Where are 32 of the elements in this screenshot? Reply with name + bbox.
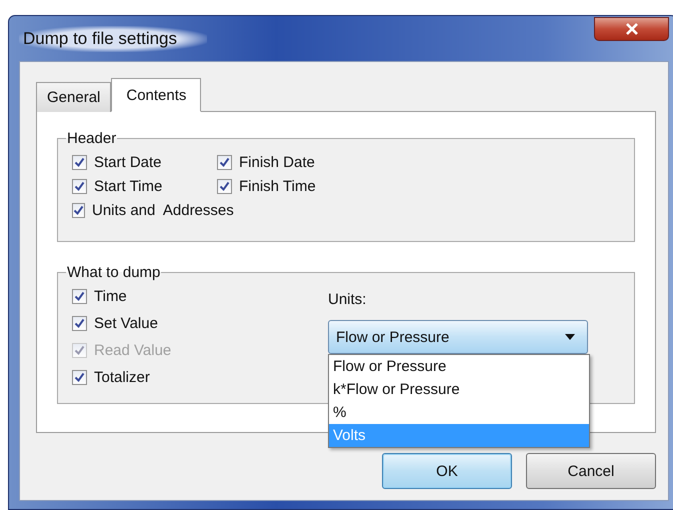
checkbox-label: Read Value xyxy=(94,342,172,359)
checkbox[interactable] xyxy=(217,178,232,194)
dropdown-option[interactable]: k*Flow or Pressure xyxy=(329,378,589,401)
dropdown-option[interactable]: Flow or Pressure xyxy=(329,355,589,378)
checkbox-label: Totalizer xyxy=(94,369,150,386)
checkbox[interactable] xyxy=(72,202,85,218)
units-label: Units: xyxy=(328,291,368,308)
checkbox[interactable] xyxy=(72,289,87,304)
group-title: What to dump xyxy=(66,264,162,281)
tab[interactable]: General xyxy=(36,82,112,112)
checkbox[interactable] xyxy=(72,154,87,170)
close-button[interactable] xyxy=(594,16,669,40)
units-dropdown[interactable]: Flow or Pressure xyxy=(328,320,588,354)
checkbox-label: Units and Addresses xyxy=(92,202,234,218)
checkbox-label: Finish Date xyxy=(239,154,315,170)
window-title: Dump to file settings xyxy=(19,26,208,52)
checkbox-label: Time xyxy=(94,288,127,305)
dialog-button[interactable]: Cancel xyxy=(526,453,656,489)
checkbox-label: Set Value xyxy=(94,315,158,332)
checkbox[interactable] xyxy=(72,316,87,331)
checkbox-label: Start Time xyxy=(94,178,162,194)
checkbox-label: Finish Time xyxy=(239,178,316,194)
dialog-button[interactable]: OK xyxy=(382,453,512,489)
checkbox[interactable] xyxy=(72,178,87,194)
checkbox[interactable] xyxy=(217,154,232,170)
checkbox-label: Start Date xyxy=(94,154,162,170)
close-icon xyxy=(624,22,638,34)
dropdown-arrow-icon xyxy=(565,334,575,340)
dropdown-option[interactable]: % xyxy=(329,401,589,424)
tab[interactable]: Contents xyxy=(111,78,202,112)
checkbox[interactable] xyxy=(72,370,87,385)
group-title: Header xyxy=(66,130,118,147)
